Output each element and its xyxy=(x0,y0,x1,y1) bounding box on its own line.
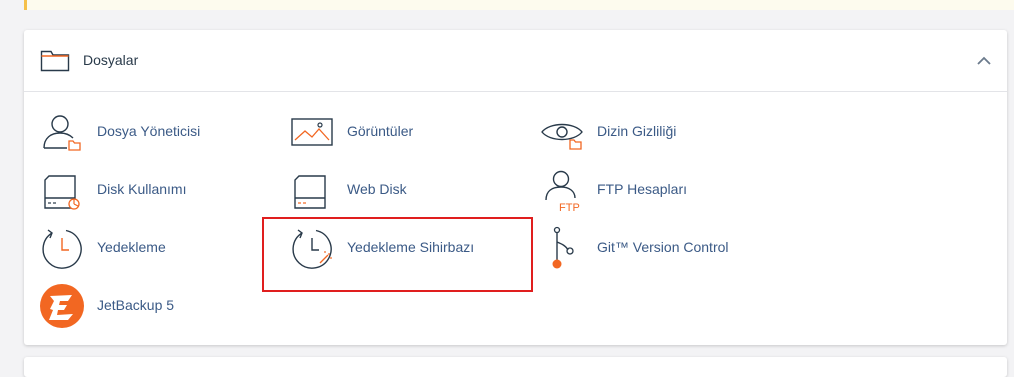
item-label: Disk Kullanımı xyxy=(97,181,187,197)
next-panel xyxy=(24,357,1007,377)
item-label: Git™ Version Control xyxy=(597,239,729,255)
web-disk-icon xyxy=(294,175,326,209)
ftp-accounts-icon: FTP xyxy=(545,170,580,212)
item-file-manager[interactable]: Dosya Yöneticisi xyxy=(40,108,270,156)
notice-bar xyxy=(24,0,1014,10)
disk-usage-icon xyxy=(44,175,80,210)
panel-title: Dosyalar xyxy=(83,52,139,68)
item-label: Görüntüler xyxy=(347,123,414,139)
item-ftp-accounts[interactable]: FTP FTP Hesapları xyxy=(540,166,770,214)
item-label: Yedekleme xyxy=(97,239,166,255)
directory-privacy-icon xyxy=(541,123,583,150)
item-label: JetBackup 5 xyxy=(97,297,175,313)
file-manager-icon xyxy=(43,115,81,151)
item-directory-privacy[interactable]: Dizin Gizliliği xyxy=(540,108,770,156)
files-panel: Dosyalar Dosya Yöneticisi Görüntüler Diz… xyxy=(24,30,1007,345)
item-backup[interactable]: Yedekleme xyxy=(40,224,270,272)
images-icon xyxy=(291,118,333,146)
item-label: Dosya Yöneticisi xyxy=(97,123,201,139)
ftp-badge: FTP xyxy=(559,202,580,212)
item-label: Web Disk xyxy=(347,181,407,197)
chevron-up-icon[interactable] xyxy=(973,50,995,72)
jetbackup-icon xyxy=(40,284,84,328)
item-label: Dizin Gizliliği xyxy=(597,123,677,139)
highlight-box xyxy=(262,217,533,292)
item-images[interactable]: Görüntüler xyxy=(290,108,520,156)
item-disk-usage[interactable]: Disk Kullanımı xyxy=(40,166,270,214)
item-web-disk[interactable]: Web Disk xyxy=(290,166,520,214)
item-jetbackup[interactable]: JetBackup 5 xyxy=(40,282,270,330)
item-git-version-control[interactable]: Git™ Version Control xyxy=(540,224,770,272)
folder-icon xyxy=(40,50,70,72)
item-label: FTP Hesapları xyxy=(597,181,687,197)
backup-icon xyxy=(42,229,82,269)
git-icon xyxy=(552,226,574,269)
panel-header[interactable]: Dosyalar xyxy=(24,30,1007,92)
